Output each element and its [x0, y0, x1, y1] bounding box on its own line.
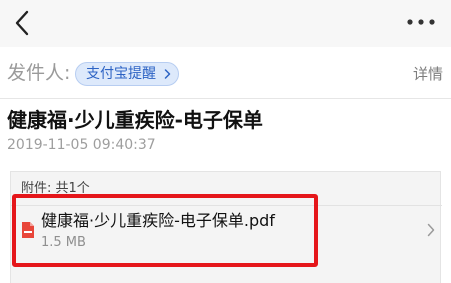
attachment-file-name: 健康福·少儿重疾险-电子保单.pdf	[41, 211, 275, 230]
attachments-header: 附件: 共1个	[21, 181, 90, 196]
attachment-item[interactable]: 健康福·少儿重疾险-电子保单.pdf 1.5 MB	[11, 206, 442, 266]
back-button[interactable]	[10, 8, 36, 38]
sender-row: 发件人: 支付宝提醒 详情	[0, 47, 451, 99]
more-horizontal-icon	[407, 19, 435, 25]
sender-chip[interactable]: 支付宝提醒	[75, 62, 179, 86]
attachment-file-size: 1.5 MB	[41, 235, 86, 250]
pdf-file-icon	[22, 222, 34, 238]
top-navigation-bar	[0, 0, 451, 47]
mail-timestamp: 2019-11-05 09:40:37	[7, 137, 156, 153]
more-options-button[interactable]	[402, 14, 442, 30]
details-link[interactable]: 详情	[413, 64, 443, 84]
mail-subject: 健康福·少儿重疾险-电子保单	[7, 108, 263, 132]
mail-detail-screen: 发件人: 支付宝提醒 详情 健康福·少儿重疾险-电子保单 2019-11-05 …	[0, 0, 451, 283]
attachments-section: 附件: 共1个 健康福·少儿重疾险-电子保单.pdf 1.5 MB	[10, 171, 442, 283]
chevron-right-icon	[427, 223, 435, 237]
chevron-left-icon	[15, 10, 29, 36]
sender-label: 发件人:	[7, 62, 71, 84]
chevron-right-icon	[164, 69, 171, 79]
sender-name: 支付宝提醒	[86, 66, 156, 82]
